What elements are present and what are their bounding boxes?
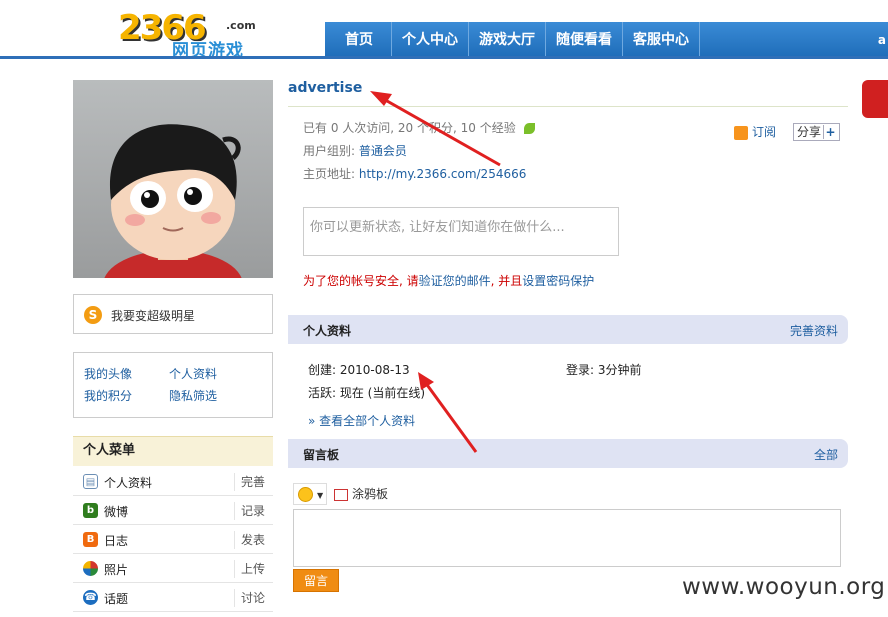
annotation-arrow-1 xyxy=(379,95,501,167)
annotation-arrow-2 xyxy=(423,381,478,453)
annotation-arrow-1-head xyxy=(370,91,392,106)
annotation-arrows xyxy=(370,91,501,453)
annotation-arrow-2-head xyxy=(418,372,434,390)
watermark: www.wooyun.org xyxy=(682,574,886,600)
